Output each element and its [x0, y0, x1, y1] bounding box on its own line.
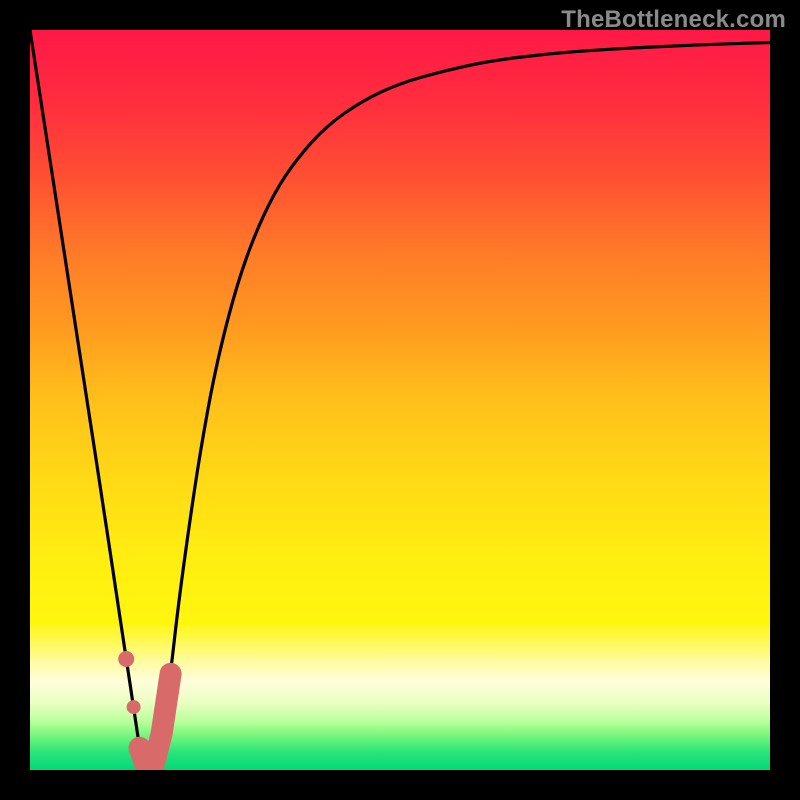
curve-layer: [30, 30, 770, 770]
bottleneck-curve: [30, 30, 770, 768]
marker-dot-1: [118, 651, 134, 667]
chart-frame: TheBottleneck.com: [0, 0, 800, 800]
plot-area: [30, 30, 770, 770]
watermark-text: TheBottleneck.com: [561, 6, 786, 34]
marker-segment: [140, 674, 171, 770]
marker-dot-2: [127, 700, 141, 714]
